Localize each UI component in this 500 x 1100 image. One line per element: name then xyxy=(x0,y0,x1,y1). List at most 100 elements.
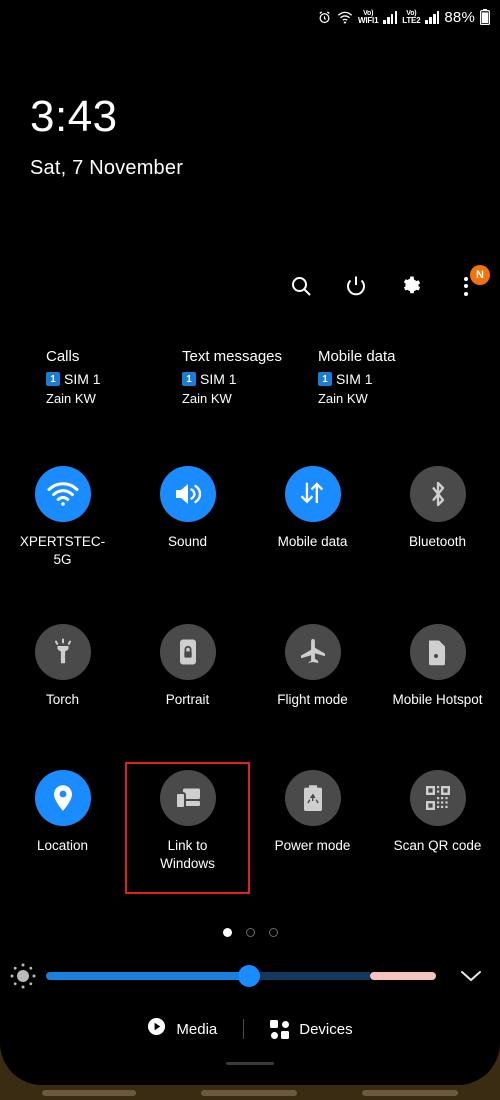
tile-label: Portrait xyxy=(165,692,210,707)
tile-label: Power mode xyxy=(274,838,351,853)
sim-info-row: Calls 1 SIM 1 Zain KW Text messages 1 SI… xyxy=(0,348,500,406)
qr-code-icon xyxy=(409,770,466,826)
bezel-bar-left xyxy=(42,1089,137,1096)
sim-carrier-label: Zain KW xyxy=(317,391,368,406)
sim2-volte-indicator: Vo) LTE2 xyxy=(402,9,421,25)
tile-mobile-hotspot[interactable]: Mobile Hotspot xyxy=(375,616,500,762)
tile-link-to-windows[interactable]: Link to Windows xyxy=(125,762,250,894)
sim-info-title: Calls xyxy=(46,348,80,365)
sim-chip-icon: 1 xyxy=(46,372,60,386)
brightness-slider[interactable] xyxy=(46,965,436,987)
device-bezel xyxy=(0,1085,500,1100)
media-label: Media xyxy=(176,1020,218,1038)
sim-slot-label: SIM 1 xyxy=(335,371,373,387)
phone-device: Vo) WIFI1 Vo) LTE2 88% 3:43 Sat, 7 Novem… xyxy=(0,0,500,1100)
media-devices-bar: Media Devices xyxy=(0,1008,500,1050)
rotation-lock-icon xyxy=(159,624,216,680)
sim-slot-label: SIM 1 xyxy=(64,371,101,387)
sim-info-title: Mobile data xyxy=(317,348,396,365)
sim-info-calls[interactable]: Calls 1 SIM 1 Zain KW xyxy=(46,348,182,406)
clock-date: Sat, 7 November xyxy=(30,157,184,179)
flashlight-icon xyxy=(34,624,91,680)
link-to-windows-icon xyxy=(159,770,216,826)
bezel-bar-right xyxy=(361,1089,458,1096)
tile-label: Bluetooth xyxy=(408,534,467,549)
battery-percent-label: 88% xyxy=(444,8,475,26)
devices-grid-icon xyxy=(270,1019,290,1039)
power-icon[interactable] xyxy=(342,272,370,300)
tile-label: XPERTSTEC-5G xyxy=(19,534,106,567)
quick-settings-tiles: XPERTSTEC-5G Sound Mobile data Bluetooth… xyxy=(0,458,500,894)
location-pin-icon xyxy=(34,770,91,826)
phone-screen: Vo) WIFI1 Vo) LTE2 88% 3:43 Sat, 7 Novem… xyxy=(0,0,500,1085)
gear-icon[interactable] xyxy=(397,272,425,300)
status-bar: Vo) WIFI1 Vo) LTE2 88% xyxy=(0,0,500,34)
tile-label: Mobile Hotspot xyxy=(392,692,483,707)
tile-flight-mode[interactable]: Flight mode xyxy=(250,616,375,762)
page-indicator xyxy=(0,928,500,937)
wifi-transfer-icon xyxy=(337,10,353,24)
media-button[interactable]: Media xyxy=(121,1017,243,1041)
tile-portrait[interactable]: Portrait xyxy=(125,616,250,762)
mobile-data-icon xyxy=(284,466,341,522)
bluetooth-icon xyxy=(409,466,466,522)
sim-slot-label: SIM 1 xyxy=(199,371,237,387)
notification-badge: N xyxy=(470,265,490,285)
sim-chip-icon: 1 xyxy=(317,372,332,386)
sim-carrier-label: Zain KW xyxy=(181,391,232,406)
battery-icon xyxy=(480,9,490,25)
alarm-clock-icon xyxy=(317,10,332,25)
brightness-control xyxy=(0,955,500,997)
tile-scan-qr-code[interactable]: Scan QR code xyxy=(375,762,500,894)
tile-row-1: XPERTSTEC-5G Sound Mobile data Bluetooth xyxy=(0,458,500,616)
slider-remaining-track xyxy=(248,972,370,980)
tile-row-2: Torch Portrait Flight mode Mobile Hotspo… xyxy=(0,616,500,762)
sim1-volte-indicator: Vo) WIFI1 xyxy=(357,9,379,25)
sim-info-title: Text messages xyxy=(181,348,283,365)
bezel-bar-center xyxy=(200,1089,297,1096)
sim2-signal-bars-icon xyxy=(425,10,440,24)
search-icon[interactable] xyxy=(287,272,315,300)
sim-info-mobile-data[interactable]: Mobile data 1 SIM 1 Zain KW xyxy=(317,348,454,406)
tile-torch[interactable]: Torch xyxy=(0,616,125,762)
airplane-icon xyxy=(284,624,341,680)
chevron-down-icon[interactable] xyxy=(442,968,500,984)
tile-wifi[interactable]: XPERTSTEC-5G xyxy=(0,458,125,616)
clock-time: 3:43 xyxy=(30,92,118,141)
volume-icon xyxy=(159,466,216,522)
tile-label: Link to Windows xyxy=(160,838,215,871)
wifi-icon xyxy=(34,466,91,522)
hotspot-icon xyxy=(409,624,466,680)
tile-location[interactable]: Location xyxy=(0,762,125,894)
header-actions: N xyxy=(287,265,490,300)
gesture-handle[interactable] xyxy=(226,1061,274,1065)
auto-brightness-icon[interactable] xyxy=(0,962,46,990)
tile-label: Location xyxy=(36,838,89,853)
tile-label: Sound xyxy=(167,534,208,549)
kebab-menu-icon[interactable]: N xyxy=(452,265,490,300)
slider-extended-track xyxy=(369,972,436,980)
page-dot-2[interactable] xyxy=(245,928,255,937)
sim-carrier-label: Zain KW xyxy=(46,391,96,406)
tile-sound[interactable]: Sound xyxy=(125,458,250,616)
power-mode-icon xyxy=(284,770,341,826)
page-dot-1[interactable] xyxy=(222,928,232,937)
slider-knob[interactable] xyxy=(237,965,260,987)
play-circle-icon xyxy=(147,1017,166,1041)
slider-filled-track xyxy=(46,972,249,980)
tile-label: Flight mode xyxy=(277,692,348,707)
sim-info-text-messages[interactable]: Text messages 1 SIM 1 Zain KW xyxy=(181,348,318,406)
devices-label: Devices xyxy=(299,1020,353,1038)
tile-row-3: Location Link to Windows Power mode Scan… xyxy=(0,762,500,894)
sim1-signal-bars-icon xyxy=(383,10,398,24)
tile-power-mode[interactable]: Power mode xyxy=(250,762,375,894)
tile-label: Scan QR code xyxy=(393,838,482,853)
sim-chip-icon: 1 xyxy=(181,372,196,386)
clock-block[interactable]: 3:43 Sat, 7 November xyxy=(30,95,183,180)
devices-button[interactable]: Devices xyxy=(244,1019,378,1039)
tile-bluetooth[interactable]: Bluetooth xyxy=(375,458,500,616)
tile-mobile-data[interactable]: Mobile data xyxy=(250,458,375,616)
tile-label: Torch xyxy=(45,692,79,707)
page-dot-3[interactable] xyxy=(268,928,278,937)
tile-label: Mobile data xyxy=(277,534,348,549)
